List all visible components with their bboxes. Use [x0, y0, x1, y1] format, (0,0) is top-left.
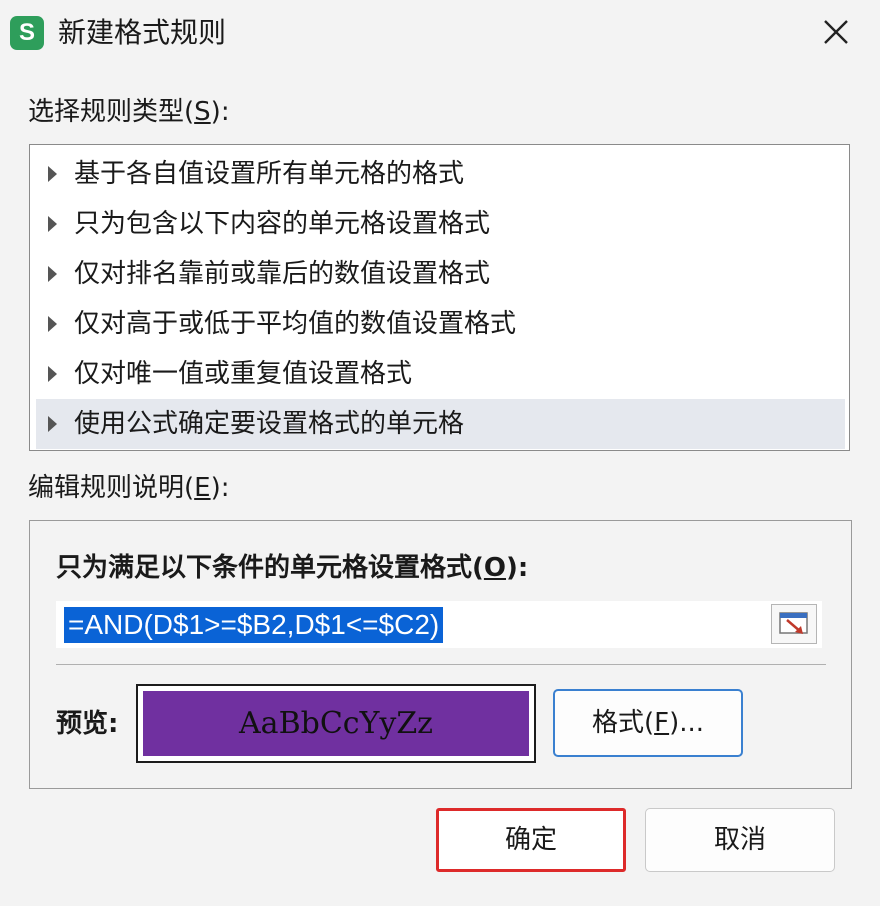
expand-arrow-icon — [48, 316, 57, 332]
range-select-icon — [779, 612, 808, 634]
format-button[interactable]: 格式(F)... — [553, 689, 743, 757]
formula-input[interactable]: =AND(D$1>=$B2,D$1<=$C2) — [56, 601, 822, 648]
expand-arrow-icon — [48, 416, 57, 432]
range-select-button[interactable] — [771, 604, 817, 644]
edit-rule-panel: 只为满足以下条件的单元格设置格式(O): =AND(D$1>=$B2,D$1<=… — [29, 520, 852, 789]
formula-text: =AND(D$1>=$B2,D$1<=$C2) — [64, 607, 444, 643]
expand-arrow-icon — [48, 366, 57, 382]
rule-type-list[interactable]: 基于各自值设置所有单元格的格式 只为包含以下内容的单元格设置格式 仅对排名靠前或… — [29, 144, 850, 451]
rule-type-item[interactable]: 只为包含以下内容的单元格设置格式 — [36, 199, 845, 249]
rule-type-item[interactable]: 基于各自值设置所有单元格的格式 — [36, 149, 845, 199]
app-logo-icon: S — [10, 16, 44, 50]
preview-label: 预览: — [56, 709, 119, 739]
rule-type-label: 选择规则类型(S): — [28, 97, 230, 127]
close-icon — [824, 20, 848, 44]
condition-label: 只为满足以下条件的单元格设置格式(O): — [56, 553, 529, 583]
dialog-title: 新建格式规则 — [58, 16, 227, 49]
preview-box: AaBbCcYyZz — [136, 684, 536, 763]
rule-type-item[interactable]: 仅对排名靠前或靠后的数值设置格式 — [36, 249, 845, 299]
edit-rule-label: 编辑规则说明(E): — [28, 473, 230, 503]
section-divider — [56, 664, 826, 665]
new-format-rule-dialog: S 新建格式规则 选择规则类型(S): 基于各自值设置所有单元格的格式 只为包含… — [0, 0, 880, 906]
preview-sample: AaBbCcYyZz — [143, 691, 529, 756]
rule-type-item[interactable]: 仅对唯一值或重复值设置格式 — [36, 349, 845, 399]
expand-arrow-icon — [48, 216, 57, 232]
expand-arrow-icon — [48, 166, 57, 182]
rule-type-item[interactable]: 仅对高于或低于平均值的数值设置格式 — [36, 299, 845, 349]
title-bar: S 新建格式规则 — [0, 0, 880, 66]
expand-arrow-icon — [48, 266, 57, 282]
ok-button[interactable]: 确定 — [436, 808, 626, 872]
rule-type-item-selected[interactable]: 使用公式确定要设置格式的单元格 — [36, 399, 845, 449]
cancel-button[interactable]: 取消 — [645, 808, 835, 872]
close-button[interactable] — [812, 12, 860, 54]
